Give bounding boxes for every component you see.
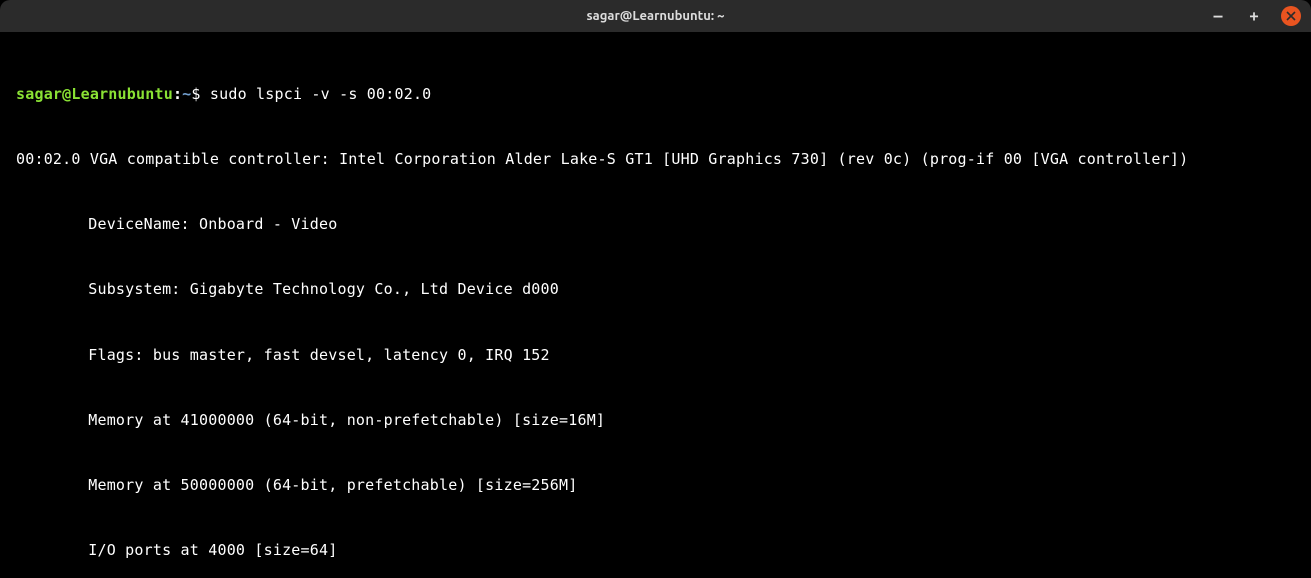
output-line: 00:02.0 VGA compatible controller: Intel… <box>16 149 1295 171</box>
output-line: Subsystem: Gigabyte Technology Co., Ltd … <box>16 279 1295 301</box>
close-button[interactable] <box>1281 6 1301 26</box>
maximize-button[interactable]: + <box>1245 7 1263 25</box>
output-line: DeviceName: Onboard - Video <box>16 214 1295 236</box>
prompt-symbol: $ <box>191 85 200 103</box>
terminal-body[interactable]: sagar@Learnubuntu:~$ sudo lspci -v -s 00… <box>0 32 1311 578</box>
minimize-button[interactable]: – <box>1209 7 1227 25</box>
prompt-user-host: sagar@Learnubuntu <box>16 85 173 103</box>
output-line: I/O ports at 4000 [size=64] <box>16 540 1295 562</box>
command-1: sudo lspci -v -s 00:02.0 <box>210 85 432 103</box>
window-title: sagar@Learnubuntu: ~ <box>8 9 1303 23</box>
terminal-window: sagar@Learnubuntu: ~ – + sagar@Learnubun… <box>0 0 1311 578</box>
output-line: Memory at 41000000 (64-bit, non-prefetch… <box>16 410 1295 432</box>
output-line: Memory at 50000000 (64-bit, prefetchable… <box>16 475 1295 497</box>
prompt-colon: : <box>173 85 182 103</box>
close-icon <box>1286 11 1296 21</box>
output-line: Flags: bus master, fast devsel, latency … <box>16 345 1295 367</box>
prompt-line-1: sagar@Learnubuntu:~$ sudo lspci -v -s 00… <box>16 84 1295 106</box>
titlebar: sagar@Learnubuntu: ~ – + <box>0 0 1311 32</box>
window-controls: – + <box>1209 6 1301 26</box>
